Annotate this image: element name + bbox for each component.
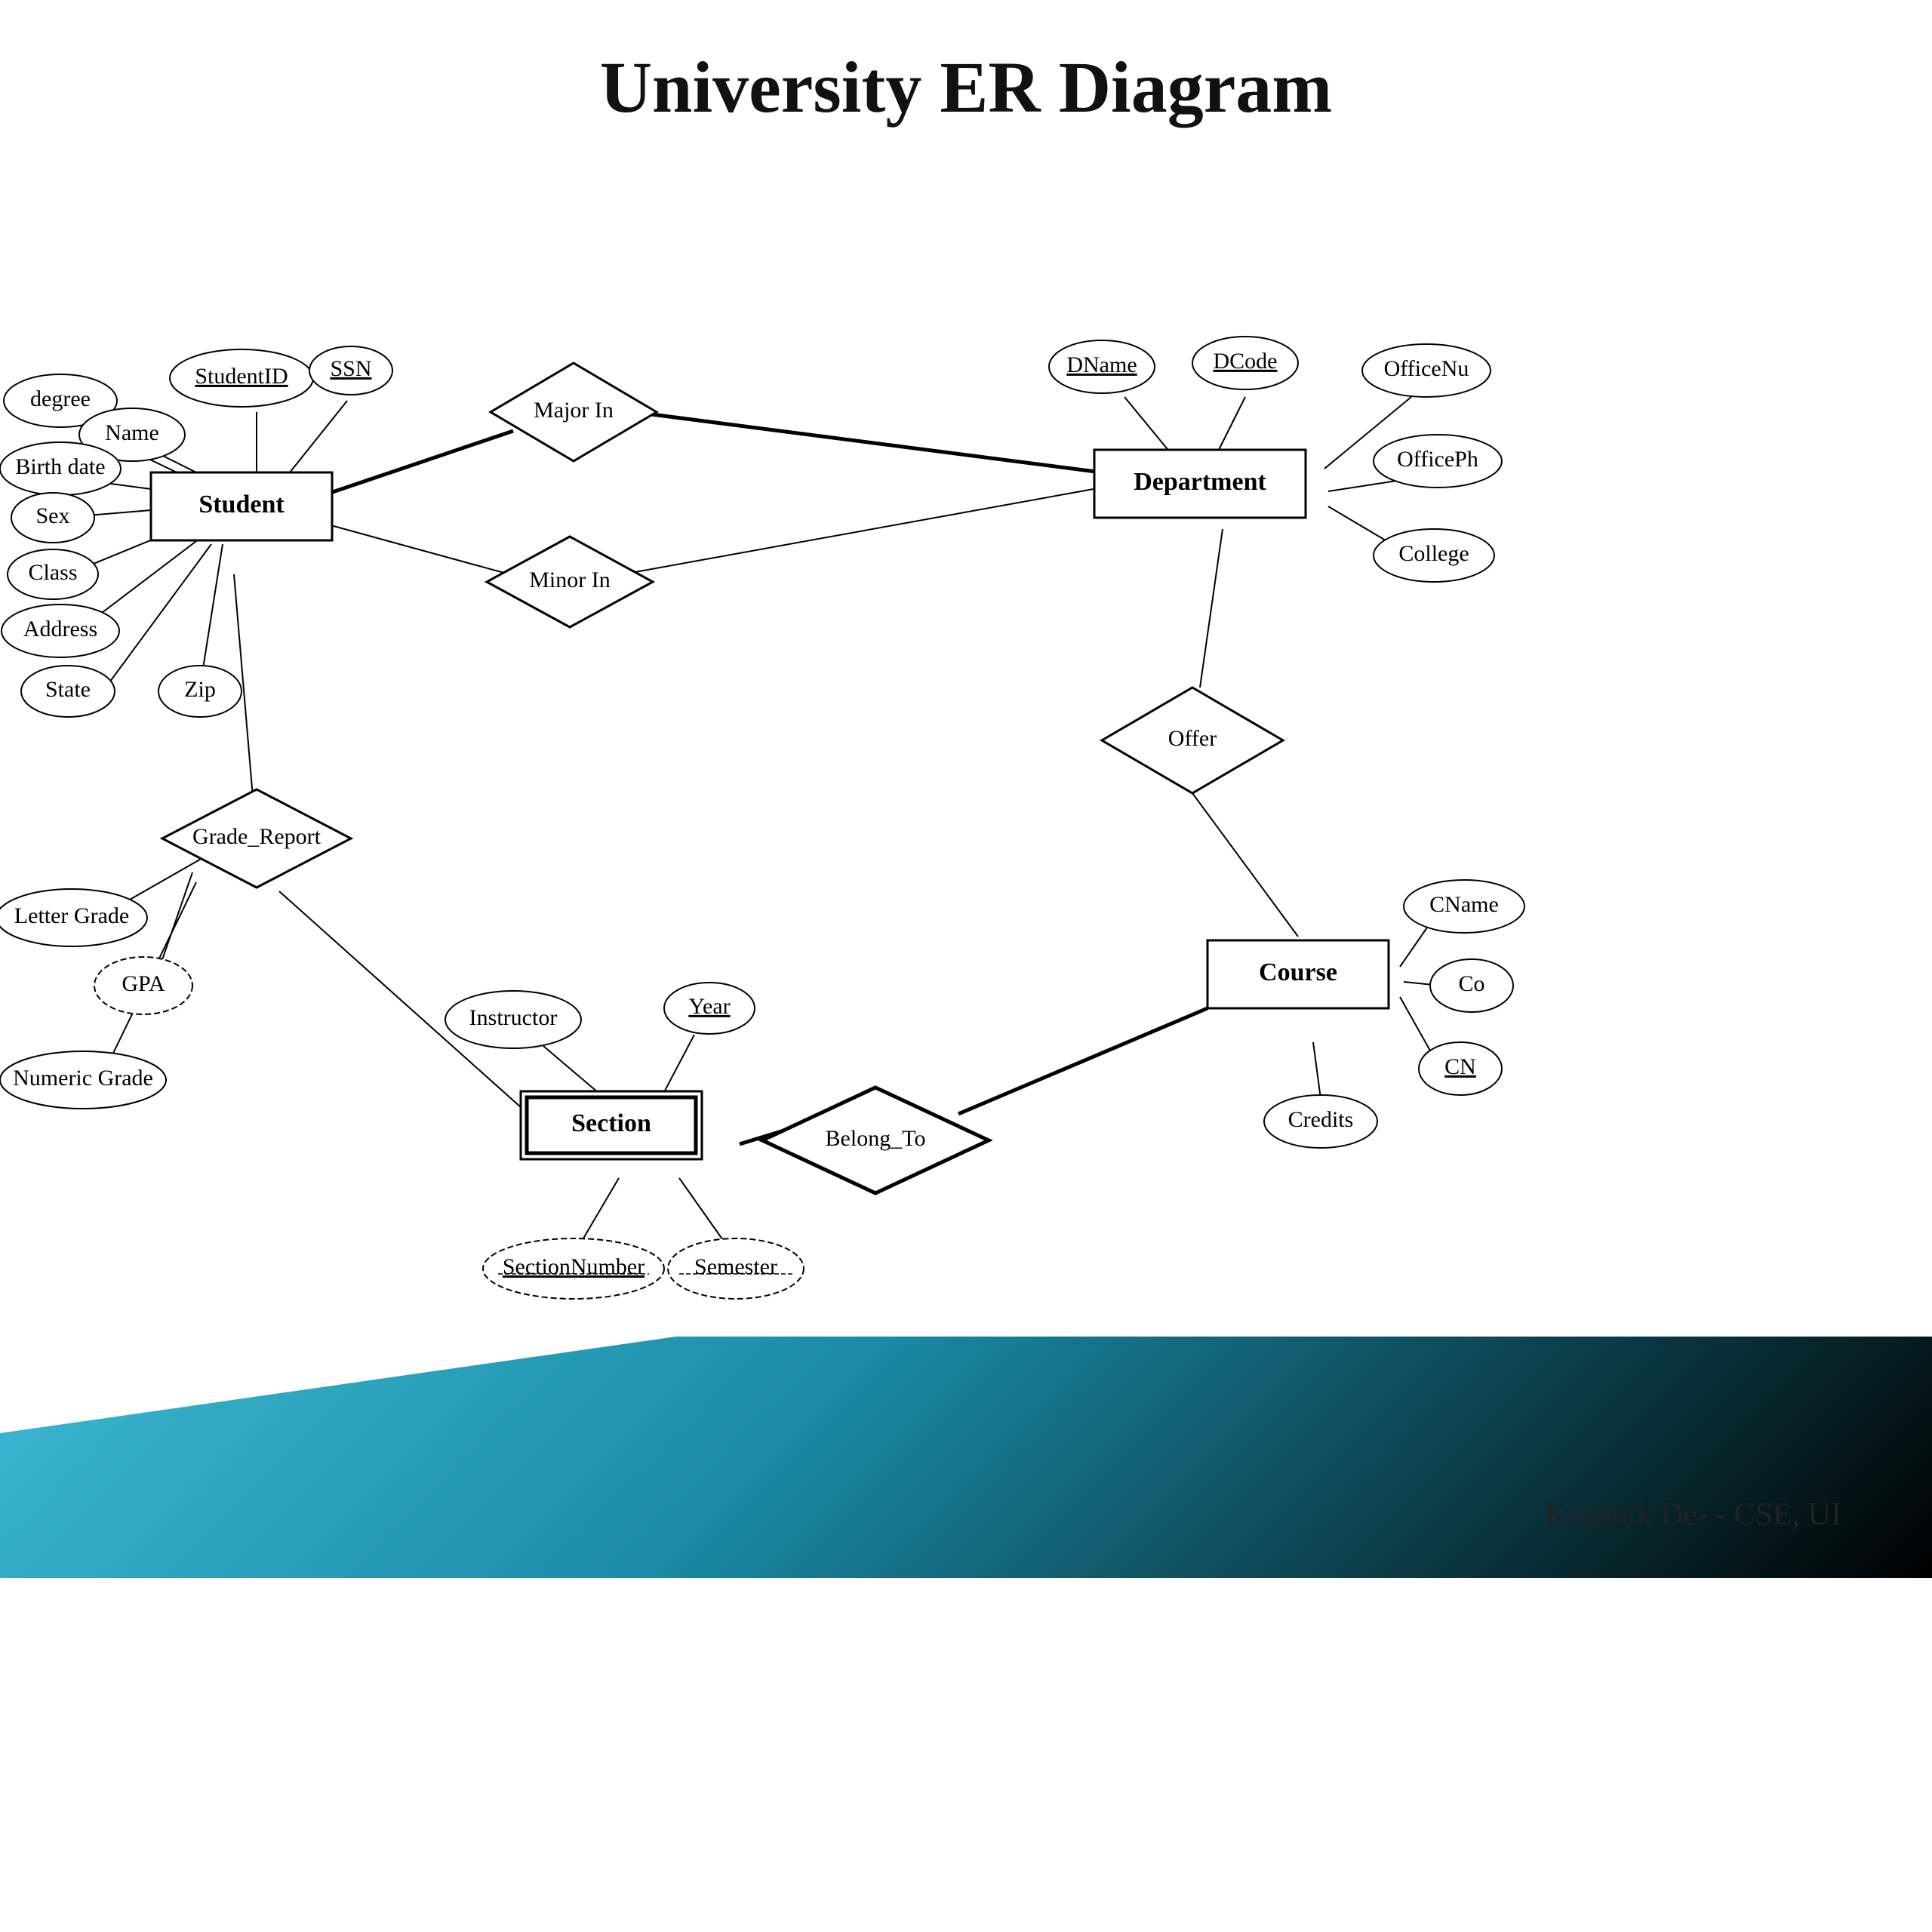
svg-text:OfficeNu: OfficeNu	[1384, 356, 1469, 381]
svg-text:Zip: Zip	[184, 677, 216, 702]
svg-text:Class: Class	[28, 560, 77, 585]
svg-text:Grade_Report: Grade_Report	[192, 824, 321, 849]
svg-text:OfficePh: OfficePh	[1397, 447, 1478, 472]
svg-text:Student: Student	[198, 491, 285, 518]
svg-text:StudentID: StudentID	[195, 364, 288, 389]
svg-text:Sex: Sex	[36, 503, 70, 528]
svg-text:State: State	[45, 677, 91, 702]
svg-text:SectionNumber: SectionNumber	[503, 1254, 645, 1279]
svg-text:Name: Name	[105, 420, 159, 445]
svg-text:Address: Address	[23, 617, 97, 641]
page-title: University ER Diagram	[0, 0, 1932, 144]
svg-text:Co: Co	[1458, 971, 1484, 996]
svg-text:Major In: Major In	[534, 398, 614, 423]
svg-text:Offer: Offer	[1168, 726, 1217, 751]
svg-text:DName: DName	[1066, 352, 1137, 377]
svg-text:Semester: Semester	[694, 1254, 777, 1279]
svg-text:Letter Grade: Letter Grade	[14, 903, 129, 928]
svg-text:Department: Department	[1134, 468, 1266, 496]
svg-text:CN: CN	[1444, 1054, 1476, 1079]
svg-text:SSN: SSN	[330, 356, 371, 381]
svg-text:Section: Section	[571, 1109, 651, 1137]
svg-text:Course: Course	[1259, 958, 1337, 986]
svg-text:Numeric Grade: Numeric Grade	[13, 1066, 153, 1091]
diagram-area: .entity-box { fill: white; stroke: black…	[0, 144, 1932, 1578]
svg-text:Instructor: Instructor	[469, 1005, 558, 1030]
svg-text:GPA: GPA	[122, 971, 165, 996]
svg-text:Year: Year	[688, 994, 730, 1019]
svg-text:degree: degree	[30, 386, 91, 411]
svg-text:Minor In: Minor In	[529, 568, 611, 592]
svg-text:College: College	[1398, 541, 1469, 566]
svg-text:Belong_To: Belong_To	[826, 1126, 926, 1151]
svg-text:Credits: Credits	[1288, 1107, 1354, 1132]
svg-text:CName: CName	[1429, 892, 1499, 917]
footer-text: Koushik De- - CSE, UI	[1545, 1497, 1841, 1533]
svg-text:DCode: DCode	[1214, 349, 1278, 374]
svg-text:Birth date: Birth date	[15, 454, 105, 479]
